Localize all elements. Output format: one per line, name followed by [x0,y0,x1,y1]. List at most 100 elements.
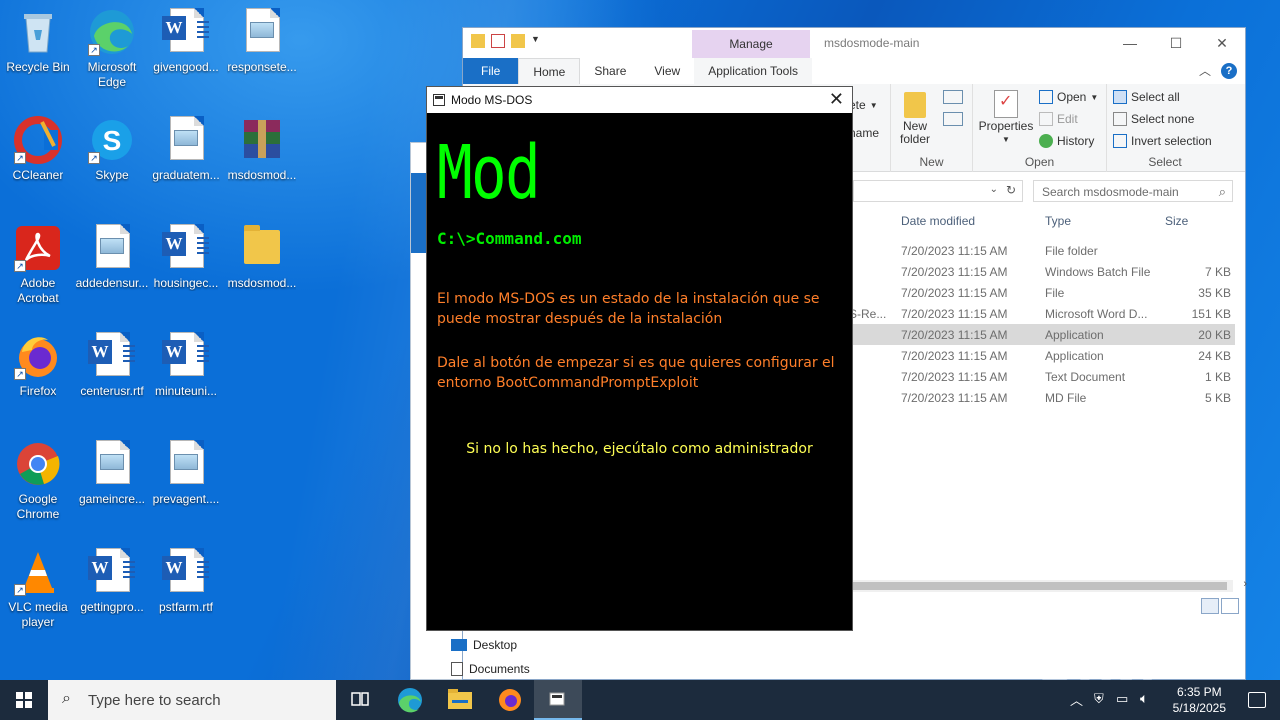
shortcut-arrow-icon: ↗ [14,152,26,164]
desktop-icon-prevagent[interactable]: prevagent.... [148,434,224,534]
desktop-icon-label: Google Chrome [16,492,60,521]
taskbar-edge[interactable] [386,680,434,720]
chrome-icon [14,440,62,488]
nav-item-documents[interactable]: Documents [451,662,530,676]
chevron-down-icon[interactable]: ⌄ [990,184,998,195]
desktop-icon-graduatem[interactable]: graduatem... [148,110,224,210]
tab-view[interactable]: View [640,58,694,84]
taskbar-file-explorer[interactable] [436,680,484,720]
scroll-right-icon[interactable]: › [1243,578,1247,590]
address-bar[interactable]: ⌄ ↻ [853,180,1023,202]
file-row[interactable]: 7/20/2023 11:15 AM Application 24 KB [853,345,1235,366]
chevron-up-icon[interactable]: ︿ [1199,62,1211,79]
help-icon[interactable]: ? [1221,62,1237,79]
image-file-icon [88,440,136,488]
msdos-title-bar[interactable]: Modo MS-DOS ✕ [427,87,852,113]
desktop-icon-firefox[interactable]: ↗ Firefox [0,326,76,426]
select-all-button[interactable]: Select all [1113,90,1180,104]
new-folder-button[interactable]: New folder [893,92,937,146]
close-button[interactable]: ✕ [829,90,844,108]
tab-home[interactable]: Home [518,58,581,84]
refresh-icon[interactable]: ↻ [1006,183,1016,197]
desktop-icon-givengood[interactable]: W givengood... [148,2,224,102]
taskbar-firefox[interactable] [486,680,534,720]
task-view-button[interactable] [336,680,384,720]
volume-icon[interactable]: 🔈︎ [1140,690,1148,707]
desktop-icon-adobe-acrobat[interactable]: ↗ Adobe Acrobat [0,218,76,318]
desktop-icon-label: Recycle Bin [6,60,70,74]
taskbar-clock[interactable]: 6:35 PM 5/18/2025 [1173,684,1226,716]
desktop-icon-label: Skype [95,168,129,182]
scrollbar-thumb[interactable] [853,582,1227,590]
edit-button[interactable]: Edit [1039,112,1078,126]
maximize-button[interactable]: ☐ [1153,28,1199,58]
file-row[interactable]: 7/20/2023 11:15 AM MD File 5 KB [853,387,1235,408]
notification-center-icon[interactable] [1248,692,1266,708]
desktop-icon-gettingpro[interactable]: W gettingpro... [74,542,150,642]
defender-icon[interactable]: ⛨ [1094,691,1104,707]
desktop-icon-label: CCleaner [12,168,64,182]
delete-button[interactable]: ete ▼ [849,98,878,112]
desktop-icon-ccleaner[interactable]: ↗ CCleaner [0,110,76,210]
history-button[interactable]: History [1039,134,1094,148]
rename-button[interactable]: name [849,126,879,140]
easy-access-icon[interactable] [943,112,963,126]
desktop-icon-responsete[interactable]: responsete... [224,2,300,102]
desktop-icon-label: centerusr.rtf [80,384,144,398]
search-input[interactable]: Search msdosmode-main ⌕ [1033,180,1233,202]
properties-icon: ✓ [994,90,1018,118]
desktop-icon-label: givengood... [153,60,219,74]
horizontal-scrollbar[interactable]: › [853,578,1247,592]
invert-selection-button[interactable]: Invert selection [1113,134,1212,148]
ribbon-help-area: ︿ ? [1199,62,1237,79]
desktop-icon-pstfarm[interactable]: W pstfarm.rtf [148,542,224,642]
tab-file[interactable]: File [463,58,519,84]
file-row-selected[interactable]: 7/20/2023 11:15 AM Application 20 KB [853,324,1235,345]
chevron-up-icon[interactable]: ︿ [1070,690,1083,709]
tab-manage[interactable]: Manage [692,30,810,58]
network-icon[interactable]: ▭ [1116,691,1128,707]
desktop-icon-vlc[interactable]: ↗ VLC media player [0,542,76,642]
taskbar-search-box[interactable]: ⌕ Type here to search [48,680,336,720]
file-row[interactable]: 7/20/2023 11:15 AM Windows Batch File 7 KB [853,261,1235,282]
desktop-icon-minuteuni[interactable]: W minuteuni... [148,326,224,426]
desktop-icon-gameincre[interactable]: gameincre... [74,434,150,534]
column-date-modified[interactable]: Date modified [901,214,975,228]
start-button[interactable] [0,680,48,720]
desktop-icon-housingec[interactable]: W housingec... [148,218,224,318]
properties-icon[interactable] [491,34,505,48]
column-type[interactable]: Type [1045,214,1071,228]
invert-selection-icon [1113,134,1127,148]
desktop-icon-edge[interactable]: ↗ Microsoft Edge [74,2,150,102]
folder-icon[interactable] [471,34,485,48]
column-size[interactable]: Size [1165,214,1188,228]
desktop-icon-msdosmod-folder[interactable]: msdosmod... [224,218,300,318]
file-row[interactable]: 7/20/2023 11:15 AM File 35 KB [853,282,1235,303]
nav-item-desktop[interactable]: Desktop [451,638,517,652]
new-folder-icon[interactable] [511,34,525,48]
new-item-icon[interactable] [943,90,963,104]
tab-share[interactable]: Share [580,58,640,84]
tab-application-tools[interactable]: Application Tools [694,58,813,84]
desktop-icon-recycle-bin[interactable]: Recycle Bin [0,2,76,102]
properties-button[interactable]: ✓ Properties ▼ [977,90,1035,146]
file-row[interactable]: 7/20/2023 11:15 AM Text Document 1 KB [853,366,1235,387]
chevron-down-icon[interactable]: ▼ [531,34,545,48]
select-none-button[interactable]: Select none [1113,112,1194,126]
minimize-button[interactable]: — [1107,28,1153,58]
desktop-icon-google-chrome[interactable]: Google Chrome [0,434,76,534]
desktop-icon-centerusr[interactable]: W centerusr.rtf [74,326,150,426]
explorer-title-bar[interactable]: ▼ Manage msdosmode-main — ☐ ✕ [463,28,1245,58]
taskbar-msdos-app[interactable] [534,680,582,720]
desktop-icon-skype[interactable]: S ↗ Skype [74,110,150,210]
open-button[interactable]: Open ▼ [1039,90,1098,104]
msdos-window[interactable]: Modo MS-DOS ✕ Mod C:\>Command.com El mod… [426,86,853,631]
file-row[interactable]: S-Re... 7/20/2023 11:15 AM Microsoft Word … [849,303,1235,324]
close-button[interactable]: ✕ [1199,28,1245,58]
desktop-icon-label: minuteuni... [154,384,218,398]
desktop-icon-msdosmod-archive[interactable]: msdosmod... [224,110,300,210]
file-row[interactable]: 7/20/2023 11:15 AM File folder [853,240,1235,261]
documents-icon [451,662,463,676]
desktop-icon-addedensur[interactable]: addedensur... [74,218,150,318]
clock-date: 5/18/2025 [1172,701,1226,715]
